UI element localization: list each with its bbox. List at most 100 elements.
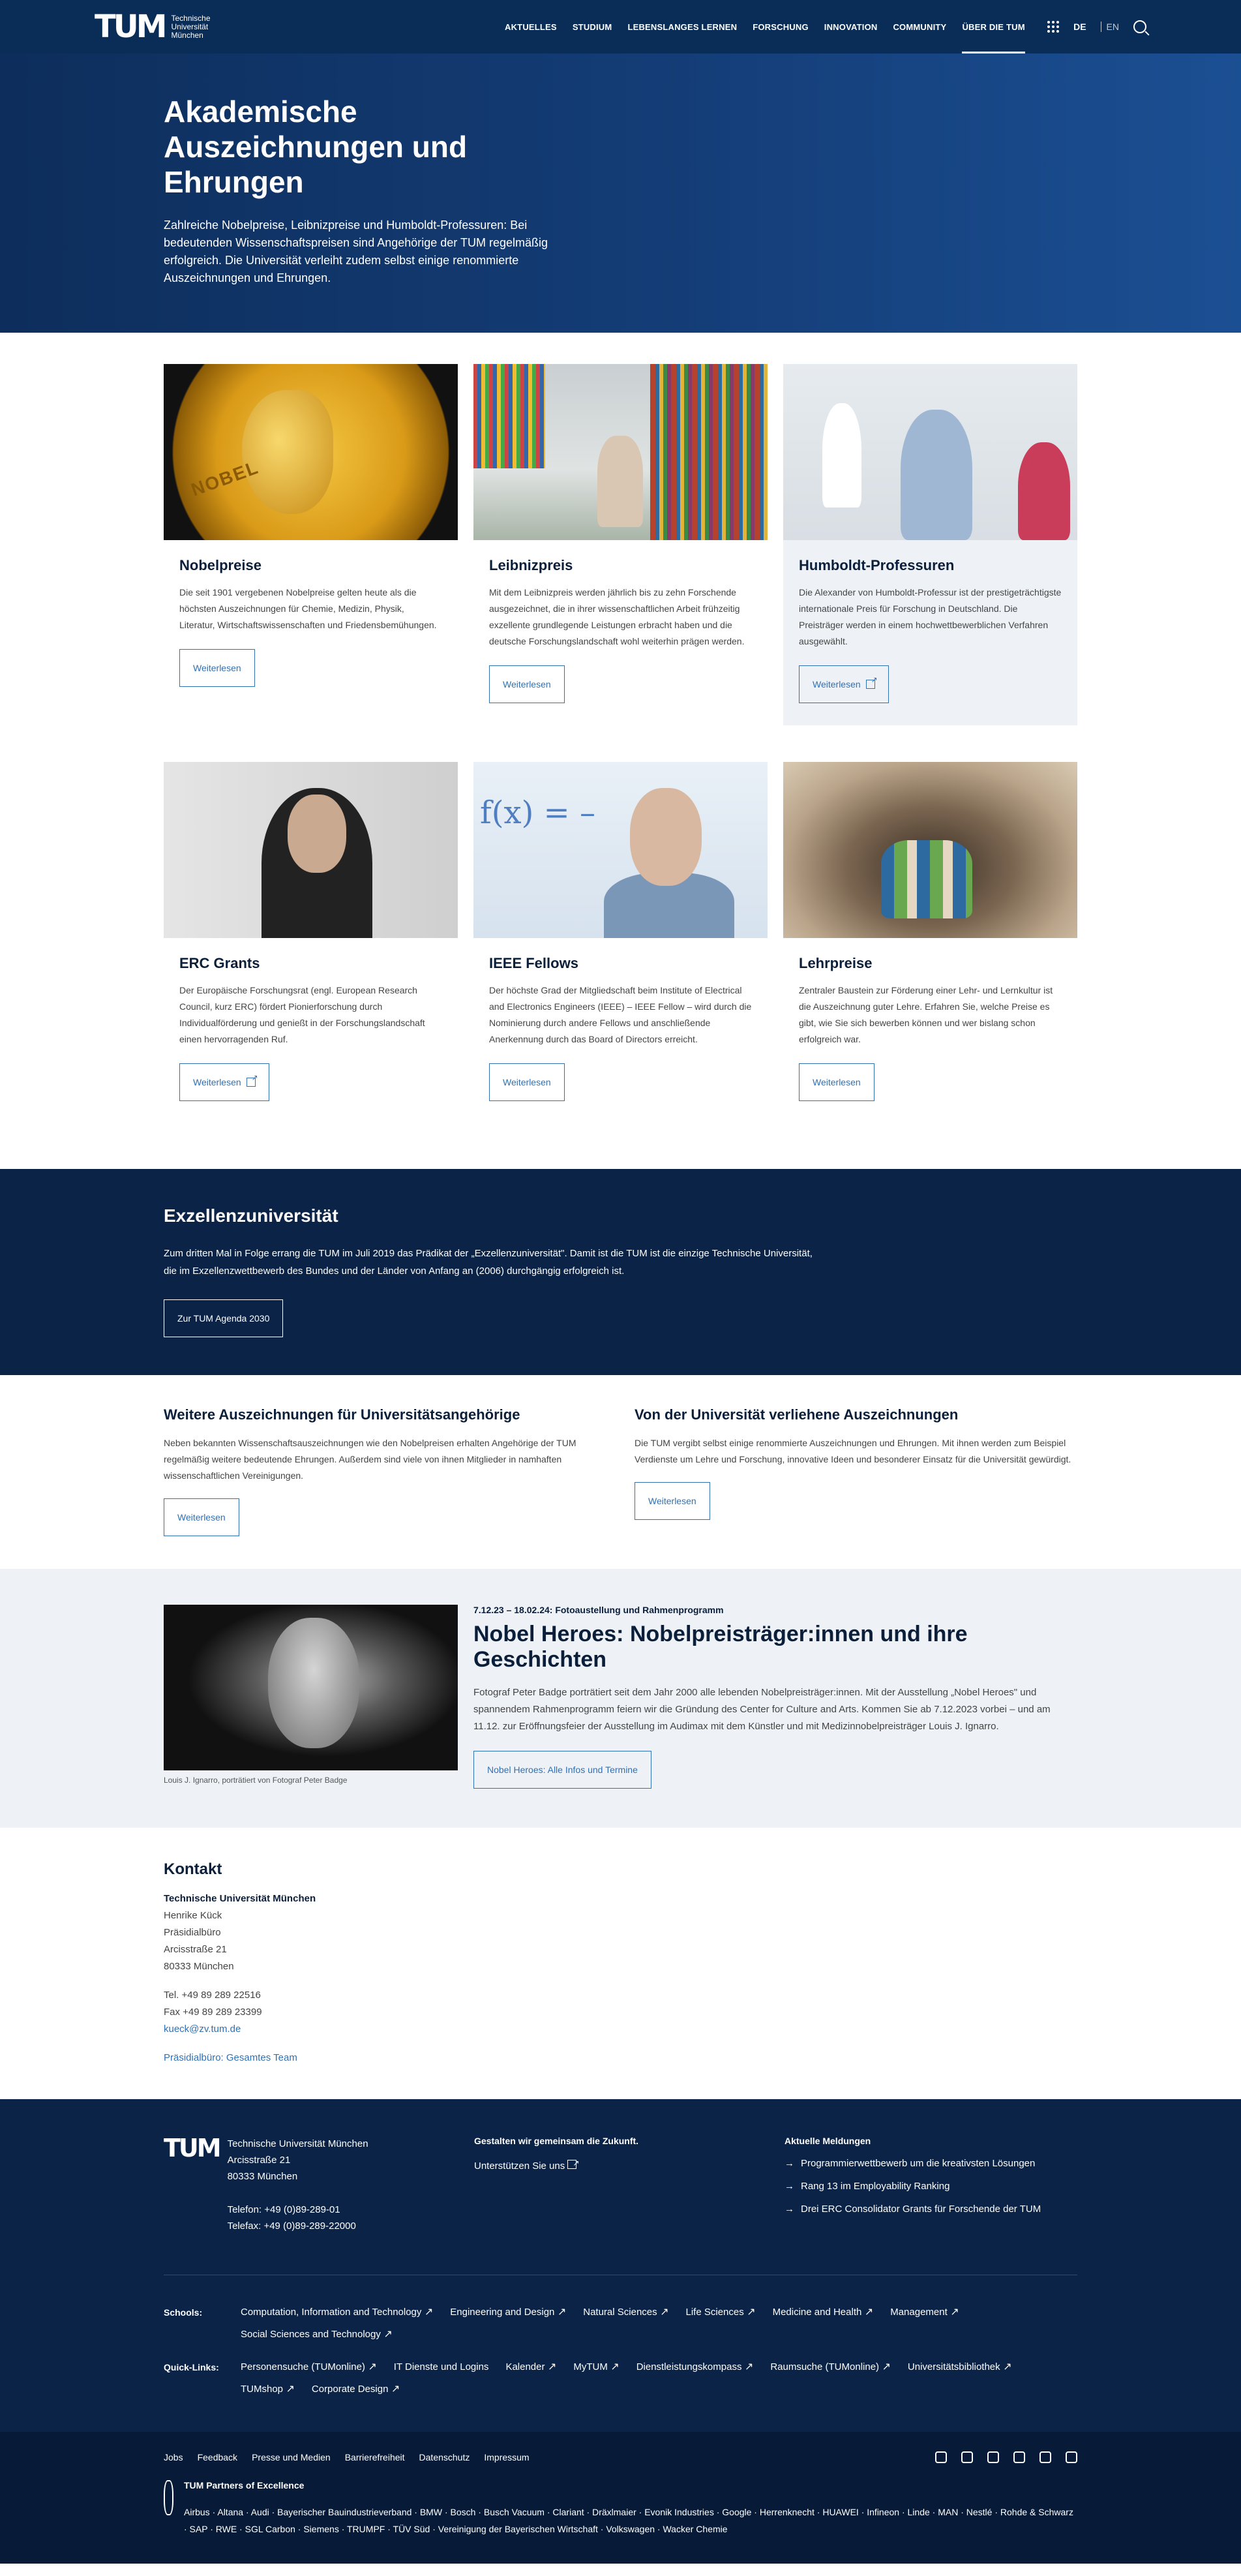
footer-tum-logo[interactable]: TUM [164,2136,222,2234]
school-label: Computation, Information and Technology [241,2307,422,2318]
weiterlesen-button[interactable]: Weiterlesen [179,649,255,687]
weiterlesen-button[interactable]: Weiterlesen [799,665,889,703]
event-kicker: 7.12.23 – 18.02.24: Fotoaustellung und R… [473,1605,724,1615]
quick-link[interactable]: Raumsuche (TUMonline) ↗ [770,2356,891,2378]
section-title: Weitere Auszeichnungen für Universitätsa… [164,1406,520,1423]
quick-link[interactable]: Dienstleistungskompass ↗ [636,2356,754,2378]
card-title: Nobelpreise [179,557,262,573]
agenda-button[interactable]: Zur TUM Agenda 2030 [164,1299,284,1337]
nav-studium[interactable]: STUDIUM [565,0,620,53]
partners-list: Airbus · Altana · Audi · Bayerischer Bau… [184,2507,1073,2534]
nav-community[interactable]: COMMUNITY [885,0,954,53]
legal-link[interactable]: Jobs [164,2452,183,2462]
card-title: Humboldt-Professuren [799,557,955,573]
quick-link-label: Corporate Design [311,2384,389,2395]
nav-forschung[interactable]: FORSCHUNG [745,0,816,53]
tum-logo[interactable]: TUM Technische Universität München [95,11,211,42]
quick-link[interactable]: MyTUM ↗ [573,2356,619,2378]
main-nav: AKTUELLES STUDIUM LEBENSLANGES LERNEN FO… [497,0,1033,53]
legal-link[interactable]: Feedback [198,2452,237,2462]
quick-link[interactable]: Universitätsbibliothek ↗ [908,2356,1012,2378]
lang-en[interactable]: EN [1100,22,1124,32]
nav-aktuelles[interactable]: AKTUELLES [497,0,565,53]
contact-city: 80333 München [164,1961,234,1972]
contact-email[interactable]: kueck@zv.tum.de [164,2023,241,2035]
legal-link[interactable]: Impressum [484,2452,529,2462]
quick-link[interactable]: Personensuche (TUMonline) ↗ [241,2356,377,2378]
school-label: Life Sciences [685,2307,744,2318]
contact-name: Henrike Kück [164,1910,222,1921]
linkedin-icon[interactable] [1039,2451,1051,2463]
instagram-icon[interactable] [1013,2451,1025,2463]
event-text: Fotograf Peter Badge porträtiert seit de… [473,1687,1051,1732]
support-link-label: Unterstützen Sie uns [474,2160,565,2172]
ignarro-portrait-image [164,1605,458,1770]
weiterlesen-button[interactable]: Weiterlesen [799,1063,875,1101]
youtube-icon[interactable] [961,2451,973,2463]
more-awards-col: Weitere Auszeichnungen für Universitätsa… [164,1406,614,1536]
weiterlesen-button[interactable]: Weiterlesen [635,1482,710,1520]
search-icon[interactable] [1133,20,1146,33]
school-link[interactable]: Medicine and Health ↗ [773,2301,874,2324]
lang-de[interactable]: DE [1068,22,1091,32]
school-link[interactable]: Management ↗ [890,2301,959,2324]
weiterlesen-button[interactable]: Weiterlesen [489,1063,565,1101]
button-label: Weiterlesen [503,1077,551,1087]
quick-link[interactable]: IT Dienste und Logins [394,2356,489,2378]
quick-link-label: Universitätsbibliothek [907,2361,1000,2372]
facebook-icon[interactable] [935,2451,947,2463]
contact: Kontakt Technische Universität München H… [0,1828,1241,2099]
weiterlesen-button[interactable]: Weiterlesen [179,1063,269,1101]
page-title: Akademische Auszeichnungen und Ehrungen [164,95,468,199]
card-nobelpreise: NOBEL Nobelpreise Die seit 1901 vergeben… [164,364,458,725]
arrow-right-icon: → [785,2158,794,2169]
school-link[interactable]: Engineering and Design ↗ [450,2301,566,2324]
nav-innovation[interactable]: INNOVATION [816,0,886,53]
news-item[interactable]: → Drei ERC Consolidator Grants für Forsch… [785,2204,1095,2215]
school-link[interactable]: Natural Sciences ↗ [583,2301,668,2324]
card-humboldt: Humboldt-Professuren Die Alexander von H… [783,364,1077,725]
twitter-icon[interactable] [987,2451,999,2463]
school-label: Social Sciences and Technology [241,2329,381,2340]
nobel-medal-image: NOBEL [164,364,458,540]
news-label: Rang 13 im Employability Ranking [801,2181,950,2192]
school-label: Management [890,2307,948,2318]
legal-link[interactable]: Barrierefreiheit [345,2452,405,2462]
footer-news: Aktuelle Meldungen → Programmierwettbewer… [785,2136,1095,2234]
apps-grid-icon[interactable] [1047,21,1060,33]
legal-links: Jobs Feedback Presse und Medien Barriere… [164,2452,530,2462]
quick-link[interactable]: TUMshop ↗ [241,2378,295,2401]
site-header: TUM Technische Universität München AKTUE… [0,0,1241,53]
school-link[interactable]: Computation, Information and Technology … [241,2301,433,2324]
legal-link[interactable]: Datenschutz [419,2452,470,2462]
button-label: Weiterlesen [648,1496,696,1506]
ieee-image: f(x) = – [473,762,768,938]
card-title: IEEE Fellows [489,955,578,971]
quick-links-label: Quick-Links: [164,2362,219,2372]
section-title: Von der Universität verliehene Auszeichn… [635,1406,959,1423]
news-item[interactable]: → Programmierwettbewerb um die kreativste… [785,2158,1095,2169]
news-item[interactable]: → Rang 13 im Employability Ranking [785,2181,1095,2192]
school-link[interactable]: Social Sciences and Technology ↗ [241,2324,393,2346]
weiterlesen-button[interactable]: Weiterlesen [164,1498,239,1536]
partners: TUM Partners of Excellence Airbus · Alta… [164,2480,1077,2538]
rss-icon[interactable] [1066,2451,1077,2463]
legal-link[interactable]: Presse und Medien [252,2452,331,2462]
support-link[interactable]: Unterstützen Sie uns [474,2155,579,2172]
contact-org: Technische Universität München [164,1893,316,1904]
nobel-heroes-button[interactable]: Nobel Heroes: Alle Infos und Termine [473,1751,651,1789]
section-text: Die TUM vergibt selbst einige renommiert… [635,1438,1071,1464]
lehrpreise-image [783,762,1077,938]
nav-ueber-die-tum[interactable]: ÜBER DIE TUM [954,0,1032,53]
social-links [935,2451,1077,2463]
weiterlesen-button[interactable]: Weiterlesen [489,665,565,703]
quick-link-label: Dienstleistungskompass [636,2361,742,2372]
team-link[interactable]: Präsidialbüro: Gesamtes Team [164,2052,297,2063]
school-link[interactable]: Life Sciences ↗ [686,2301,756,2324]
quick-link[interactable]: Kalender ↗ [505,2356,556,2378]
nav-lebenslanges-lernen[interactable]: LEBENSLANGES LERNEN [620,0,745,53]
news-title: Aktuelle Meldungen [785,2136,871,2146]
card-text: Die seit 1901 vergebenen Nobelpreise gel… [179,587,437,630]
button-label: Weiterlesen [177,1512,226,1523]
quick-link[interactable]: Corporate Design ↗ [312,2378,400,2401]
